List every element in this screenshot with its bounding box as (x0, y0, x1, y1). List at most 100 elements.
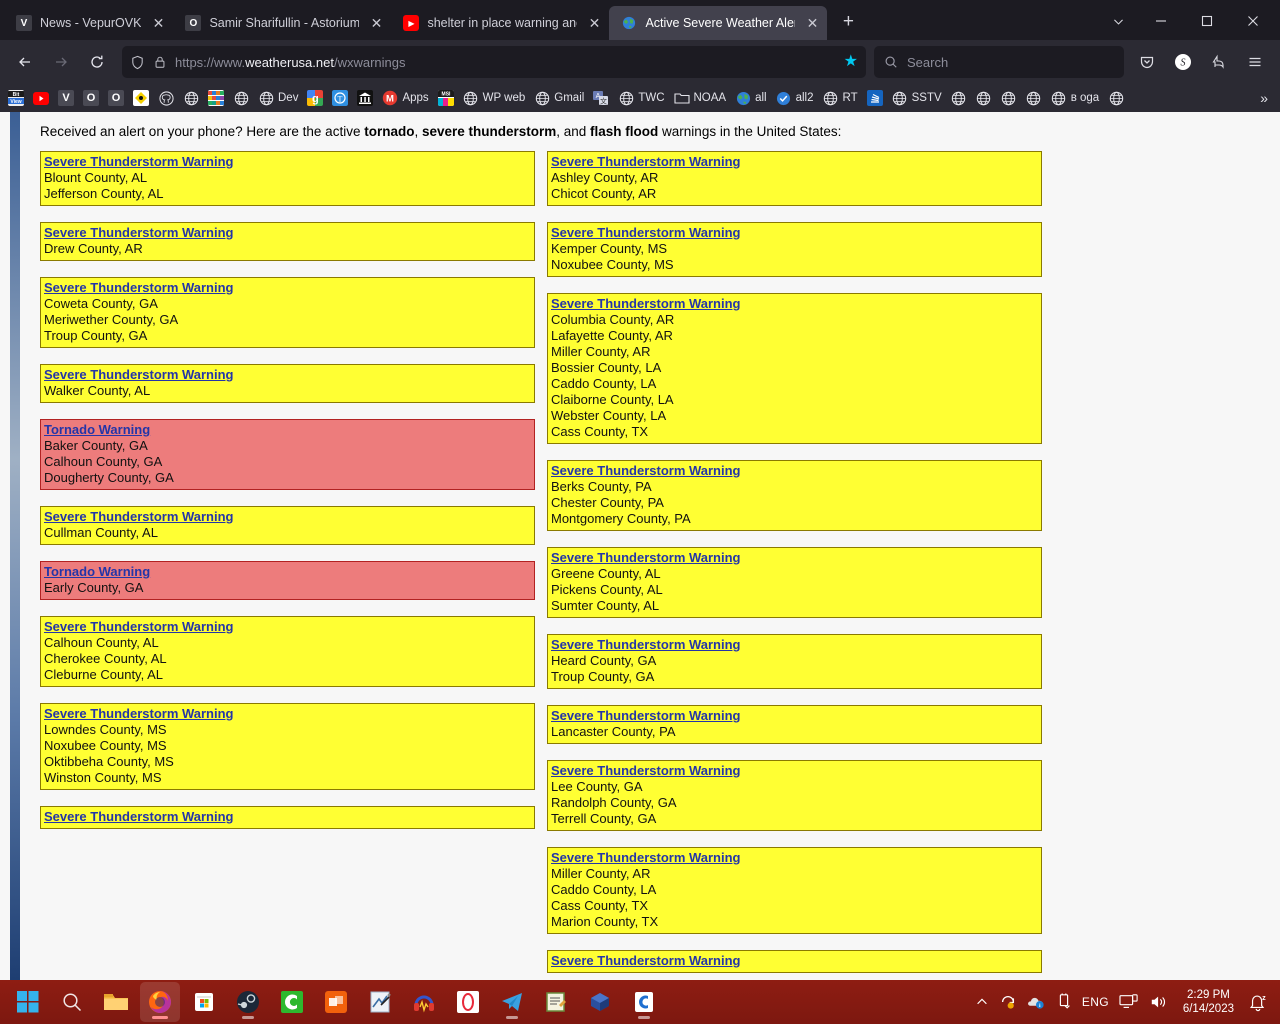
alert-title-link[interactable]: Tornado Warning (44, 422, 150, 438)
bookmark-sstv[interactable]: SSTV (888, 88, 946, 108)
new-tab-button[interactable]: + (833, 7, 863, 37)
alert-title-link[interactable]: Severe Thunderstorm Warning (551, 225, 741, 241)
bookmark-msi[interactable]: MSI (434, 88, 458, 108)
opera-button[interactable] (448, 982, 488, 1022)
shield-icon[interactable] (130, 55, 145, 70)
steam-button[interactable] (228, 982, 268, 1022)
bookmark-translate[interactable]: A文 (589, 88, 613, 108)
account-icon[interactable]: S (1166, 46, 1200, 78)
close-tab-icon[interactable]: ✕ (149, 14, 167, 32)
bookmark-twc[interactable]: TWC (614, 88, 668, 108)
speaker-icon[interactable] (1149, 993, 1169, 1011)
calculator-button[interactable] (272, 982, 312, 1022)
paint-button[interactable] (360, 982, 400, 1022)
bookmark-dev[interactable]: Dev (254, 88, 302, 108)
bookmark-all2[interactable]: all2 (772, 88, 818, 108)
telegram-button[interactable] (492, 982, 532, 1022)
alert-title-link[interactable]: Severe Thunderstorm Warning (551, 953, 741, 969)
bookmark-noaa-folder[interactable]: NOAA (670, 88, 731, 108)
tray-chevron-icon[interactable] (975, 995, 989, 1009)
close-tab-icon[interactable]: ✕ (585, 14, 603, 32)
alert-title-link[interactable]: Severe Thunderstorm Warning (44, 706, 234, 722)
bookmark-all[interactable]: all (731, 88, 771, 108)
bookmark-star-icon[interactable]: ★ (844, 54, 858, 70)
alert-title-link[interactable]: Severe Thunderstorm Warning (44, 619, 234, 635)
bookmark-globe-3[interactable] (947, 88, 971, 108)
extensions-icon[interactable] (1202, 46, 1236, 78)
bookmark-github[interactable] (154, 88, 178, 108)
app-menu-icon[interactable] (1238, 46, 1272, 78)
coolterm-button[interactable] (624, 982, 664, 1022)
alert-title-link[interactable]: Severe Thunderstorm Warning (551, 708, 741, 724)
bookmark-google[interactable]: g (303, 88, 327, 108)
update-icon[interactable] (999, 993, 1017, 1011)
bookmark-yellow-diamond[interactable] (129, 88, 153, 108)
bookmark-apps[interactable]: M Apps (378, 88, 432, 108)
bookmarks-overflow-chevron-icon[interactable]: » (1252, 90, 1276, 106)
browser-tab-4-active[interactable]: Active Severe Weather Alerts in ✕ (609, 6, 828, 40)
clock[interactable]: 2:29 PM 6/14/2023 (1179, 988, 1238, 1016)
start-button[interactable] (8, 982, 48, 1022)
bookmark-stackoverflow[interactable] (863, 88, 887, 108)
bookmark-tinkercad[interactable] (204, 88, 228, 108)
back-button[interactable] (8, 46, 42, 78)
bookmark-rt[interactable]: RT (819, 88, 862, 108)
close-window-button[interactable] (1230, 2, 1276, 40)
office-button[interactable] (316, 982, 356, 1022)
minimize-window-button[interactable] (1138, 2, 1184, 40)
maximize-window-button[interactable] (1184, 2, 1230, 40)
url-text[interactable]: https://www.weatherusa.net/wxwarnings (175, 55, 836, 70)
browser-tab-1[interactable]: V News - VepurOVK ✕ (4, 6, 173, 40)
bookmark-voga[interactable]: в oga (1047, 88, 1104, 108)
bookmark-globe-4[interactable] (972, 88, 996, 108)
microsoft-store-button[interactable] (184, 982, 224, 1022)
bookmark-globe-7[interactable] (1104, 88, 1128, 108)
bookmark-vepurovk[interactable]: V (54, 88, 78, 108)
address-bar[interactable]: https://www.weatherusa.net/wxwarnings ★ (122, 46, 866, 78)
alert-title-link[interactable]: Severe Thunderstorm Warning (551, 763, 741, 779)
lock-icon[interactable] (153, 55, 167, 69)
reload-button[interactable] (80, 46, 114, 78)
bookmark-globe-6[interactable] (1022, 88, 1046, 108)
alert-title-link[interactable]: Severe Thunderstorm Warning (551, 296, 741, 312)
alert-title-link[interactable]: Severe Thunderstorm Warning (551, 637, 741, 653)
bookmark-globe-2[interactable] (229, 88, 253, 108)
bookmark-telegram-blue[interactable]: T (328, 88, 352, 108)
tab-list-chevron-icon[interactable] (1098, 2, 1138, 40)
bookmark-gmail[interactable]: Gmail (530, 88, 588, 108)
close-tab-icon[interactable]: ✕ (367, 14, 385, 32)
search-bar[interactable]: Search (874, 46, 1124, 78)
unknown-blue-button[interactable] (580, 982, 620, 1022)
alert-title-link[interactable]: Severe Thunderstorm Warning (44, 509, 234, 525)
language-indicator[interactable]: ENG (1082, 995, 1109, 1009)
alert-title-link[interactable]: Severe Thunderstorm Warning (44, 280, 234, 296)
alert-title-link[interactable]: Severe Thunderstorm Warning (44, 154, 234, 170)
alert-title-link[interactable]: Severe Thunderstorm Warning (551, 550, 741, 566)
bookmark-youtube[interactable] (29, 88, 53, 108)
bookmark-openvk2[interactable]: O (104, 88, 128, 108)
forward-button[interactable] (44, 46, 78, 78)
bookmark-globe-5[interactable] (997, 88, 1021, 108)
notepad-button[interactable] (536, 982, 576, 1022)
onedrive-icon[interactable]: i (1027, 994, 1046, 1010)
alert-title-link[interactable]: Severe Thunderstorm Warning (44, 809, 234, 825)
alert-title-link[interactable]: Severe Thunderstorm Warning (551, 850, 741, 866)
browser-tab-3[interactable]: ▶ shelter in place warning and ev ✕ (391, 6, 609, 40)
usb-eject-icon[interactable] (1056, 993, 1072, 1011)
alert-title-link[interactable]: Severe Thunderstorm Warning (551, 154, 741, 170)
notifications-bell-icon[interactable]: z (1248, 992, 1272, 1012)
bookmark-openvk[interactable]: O (79, 88, 103, 108)
bookmark-globe-1[interactable] (179, 88, 203, 108)
bookmark-bitview[interactable]: Bit View (4, 88, 28, 108)
monitor-icon[interactable] (1119, 993, 1139, 1011)
alert-title-link[interactable]: Severe Thunderstorm Warning (44, 367, 234, 383)
alert-title-link[interactable]: Tornado Warning (44, 564, 150, 580)
close-tab-icon[interactable]: ✕ (803, 14, 821, 32)
alert-title-link[interactable]: Severe Thunderstorm Warning (44, 225, 234, 241)
bookmark-museum[interactable] (353, 88, 377, 108)
bookmark-wp-web[interactable]: WP web (459, 88, 530, 108)
search-taskbar-button[interactable] (52, 982, 92, 1022)
pocket-icon[interactable] (1130, 46, 1164, 78)
browser-tab-2[interactable]: O Samir Sharifullin - Astorium ✕ (173, 6, 391, 40)
alert-title-link[interactable]: Severe Thunderstorm Warning (551, 463, 741, 479)
